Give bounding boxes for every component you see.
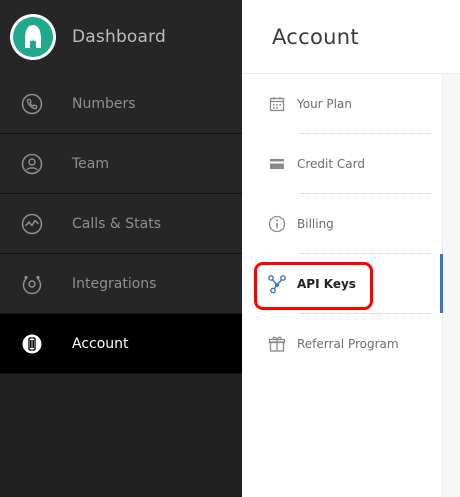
submenu-item-billing[interactable]: Billing <box>242 194 442 254</box>
sidebar-item-label: Team <box>72 155 110 172</box>
page-header: Account <box>242 0 460 74</box>
sidebar: Dashboard Numbers Team Calls & Stats Int… <box>0 0 242 497</box>
credit-card-icon <box>267 154 287 174</box>
integrations-icon <box>21 273 43 295</box>
logo <box>10 14 56 60</box>
submenu-item-your-plan[interactable]: Your Plan <box>242 74 442 134</box>
calendar-icon <box>267 94 287 114</box>
info-icon <box>267 214 287 234</box>
sidebar-item-account[interactable]: Account <box>0 314 242 374</box>
stats-icon <box>21 213 43 235</box>
sidebar-item-team[interactable]: Team <box>0 134 242 194</box>
sidebar-item-label: Calls & Stats <box>72 215 161 232</box>
submenu-item-label: Your Plan <box>297 97 352 111</box>
submenu-item-credit-card[interactable]: Credit Card <box>242 134 442 194</box>
gift-icon <box>267 334 287 354</box>
dashboard-title: Dashboard <box>72 27 167 47</box>
sidebar-item-calls-stats[interactable]: Calls & Stats <box>0 194 242 254</box>
submenu-item-referral-program[interactable]: Referral Program <box>242 314 442 374</box>
account-icon <box>21 333 43 355</box>
sidebar-item-label: Numbers <box>72 95 136 112</box>
user-icon <box>21 153 43 175</box>
api-keys-highlight <box>254 262 373 310</box>
content-area <box>442 74 460 497</box>
logo-icon <box>25 25 41 48</box>
main-panel: Account Your Plan Credit Card Billing AP… <box>242 0 460 497</box>
dashboard-link[interactable]: Dashboard <box>0 0 242 74</box>
active-item-marker <box>440 254 443 313</box>
phone-icon <box>21 93 43 115</box>
submenu-item-label: Referral Program <box>297 337 399 351</box>
submenu-item-label: Billing <box>297 217 334 231</box>
submenu-item-label: Credit Card <box>297 157 365 171</box>
sidebar-item-numbers[interactable]: Numbers <box>0 74 242 134</box>
sidebar-item-label: Integrations <box>72 275 157 292</box>
page-title: Account <box>272 24 359 49</box>
sidebar-item-integrations[interactable]: Integrations <box>0 254 242 314</box>
sidebar-item-label: Account <box>72 335 129 352</box>
